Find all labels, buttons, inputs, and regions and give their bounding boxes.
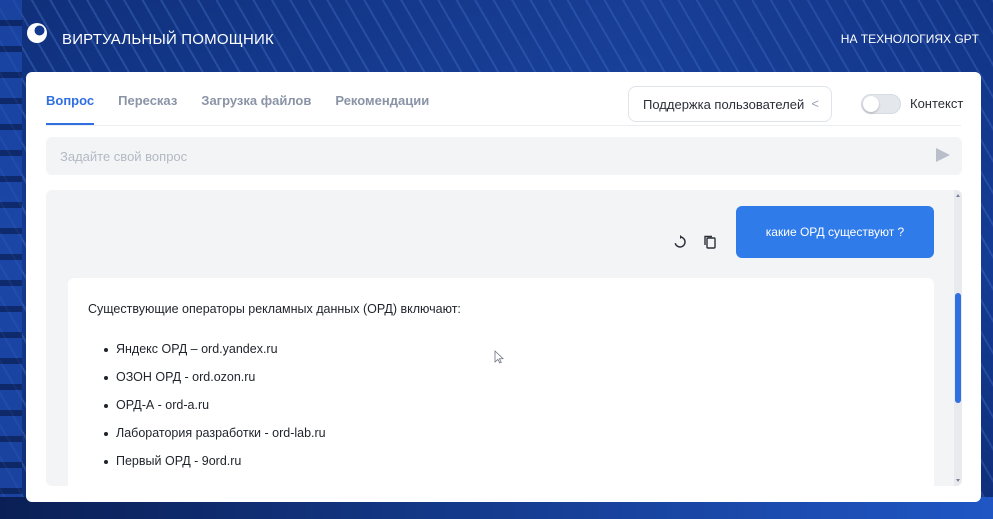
category-select-value: Поддержка пользователей [643, 96, 805, 112]
context-toggle[interactable] [861, 94, 901, 114]
category-select[interactable]: Поддержка пользователей < [628, 86, 832, 122]
context-toggle-label: Контекст [910, 96, 964, 111]
assistant-answer: Существующие операторы рекламных данных … [68, 278, 934, 486]
background-left-band [0, 0, 22, 519]
brand-logo-icon [27, 23, 47, 43]
question-input[interactable]: Задайте свой вопрос [46, 137, 962, 175]
scroll-down-arrow-icon[interactable] [956, 479, 960, 482]
answer-list-item: ОРД-А - ord-a.ru [104, 398, 914, 412]
context-toggle-knob [863, 96, 879, 112]
answer-list-item: Лаборатория разработки - ord-lab.ru [104, 426, 914, 440]
answer-list-item: ОЗОН ОРД - ord.ozon.ru [104, 370, 914, 384]
message-actions [672, 234, 718, 250]
chat-area: какие ОРД существуют ? Существующие опер… [46, 190, 962, 486]
copy-icon[interactable] [702, 234, 718, 250]
tab-question[interactable]: Вопрос [46, 88, 95, 125]
app-tagline: НА ТЕХНОЛОГИЯХ GPT [840, 32, 979, 46]
scrollbar-thumb[interactable] [955, 293, 961, 403]
tab-retelling[interactable]: Пересказ [118, 88, 177, 123]
chevron-left-icon: < [811, 96, 819, 111]
chat-scrollbar[interactable] [954, 190, 962, 486]
user-message: какие ОРД существуют ? [736, 206, 934, 258]
mouse-cursor-icon [494, 350, 504, 364]
main-panel: Вопрос Пересказ Загрузка файлов Рекоменд… [26, 72, 981, 502]
answer-intro: Существующие операторы рекламных данных … [88, 302, 461, 316]
tab-bar: Вопрос Пересказ Загрузка файлов Рекоменд… [46, 88, 429, 128]
refresh-icon[interactable] [672, 234, 688, 250]
tab-divider [46, 125, 961, 126]
send-icon[interactable] [936, 148, 950, 162]
tab-file-upload[interactable]: Загрузка файлов [201, 88, 311, 123]
tab-recommendations[interactable]: Рекомендации [335, 88, 429, 123]
user-message-text: какие ОРД существуют ? [765, 225, 905, 239]
answer-list-item: Яндекс ОРД – ord.yandex.ru [104, 342, 914, 356]
answer-list-item: Первый ОРД - 9ord.ru [104, 454, 914, 468]
scroll-up-arrow-icon[interactable] [956, 194, 960, 197]
question-input-placeholder: Задайте свой вопрос [60, 148, 188, 164]
app-title: ВИРТУАЛЬНЫЙ ПОМОЩНИК [62, 31, 274, 48]
